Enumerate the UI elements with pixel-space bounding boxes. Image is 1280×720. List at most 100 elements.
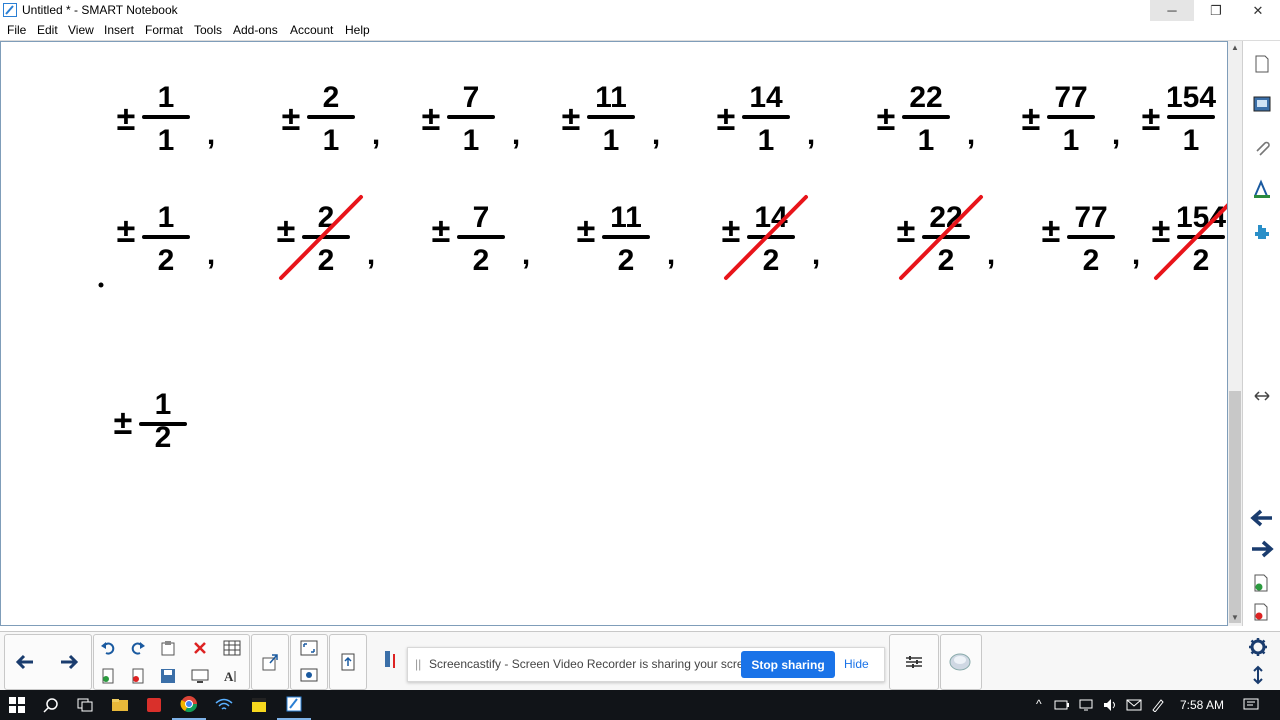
gallery-icon[interactable]	[1251, 93, 1273, 115]
menu-format[interactable]: Format	[145, 23, 183, 37]
next-page-icon[interactable]	[57, 651, 81, 673]
response-group	[940, 634, 982, 690]
handwriting-layer: ±11, ±21, ±71, ±111, ±141, ±221, ±771, ±1541± 12…	[98, 81, 1238, 454]
search-icon[interactable]	[34, 690, 68, 720]
red-app-icon[interactable]	[137, 690, 171, 720]
close-button[interactable]: ✕	[1236, 0, 1280, 21]
menu-insert[interactable]: Insert	[104, 23, 134, 37]
menu-bar: File Edit View Insert Format Tools Add-o…	[0, 21, 1280, 41]
numerator: 1	[158, 201, 175, 234]
globe-icon[interactable]	[948, 651, 972, 673]
denominator: 1	[758, 124, 775, 157]
pen-workspace-icon[interactable]	[1146, 690, 1170, 720]
paste-icon[interactable]	[156, 637, 180, 659]
import-icon[interactable]	[336, 651, 360, 673]
minimize-button[interactable]: ─	[1150, 0, 1194, 21]
add-ons-icon[interactable]	[1251, 221, 1273, 243]
properties-icon[interactable]	[1251, 178, 1273, 200]
chrome-icon[interactable]	[172, 690, 206, 720]
separator-comma: ,	[512, 118, 520, 151]
whiteboard-canvas[interactable]: ±1 1, ±2 1, ±7 1, ±11 1, ±14 1, ±22 1, ±77 1, ±154 1 ±1 2…	[0, 41, 1238, 626]
toolbar-settings-icon[interactable]	[902, 651, 926, 673]
notifications-icon[interactable]	[1236, 690, 1266, 720]
network-icon[interactable]	[1074, 690, 1098, 720]
menu-help[interactable]: Help	[345, 23, 370, 37]
save-icon[interactable]	[156, 665, 180, 687]
menu-add-ons[interactable]: Add-ons	[233, 23, 278, 37]
plus-minus-sign: ±	[1142, 100, 1161, 138]
menu-tools[interactable]: Tools	[194, 23, 222, 37]
move-sidebar-icon[interactable]	[1251, 385, 1273, 407]
share-icon[interactable]	[258, 651, 282, 673]
scrollbar-thumb[interactable]	[1229, 391, 1241, 623]
page-nav-group	[4, 634, 92, 690]
numerator: 7	[463, 81, 480, 114]
drag-grip-icon[interactable]: ||	[415, 657, 421, 671]
smart-notebook-taskbar-icon[interactable]	[277, 690, 311, 720]
ink-dot	[98, 282, 104, 288]
plus-minus-sign: ±	[117, 100, 136, 138]
text-format-icon[interactable]: A	[220, 665, 244, 687]
separator-comma: ,	[522, 238, 530, 271]
plus-minus-sign: ±	[422, 100, 441, 138]
maximize-button[interactable]: ❐	[1194, 0, 1238, 21]
delete-page-icon[interactable]	[1250, 601, 1272, 623]
separator-comma: ,	[372, 118, 380, 151]
undo-icon[interactable]	[96, 637, 120, 659]
delete-page-toolbar-icon[interactable]	[126, 665, 150, 687]
vertical-scrollbar[interactable]: ▲ ▼	[1228, 41, 1242, 626]
separator-comma: ,	[812, 238, 820, 271]
numerator: 77	[1074, 201, 1107, 234]
screen-shade-icon[interactable]	[188, 665, 212, 687]
scroll-up-icon[interactable]: ▲	[1228, 43, 1242, 55]
denominator: 2	[763, 244, 780, 277]
denominator: 2	[155, 421, 172, 454]
hide-link[interactable]: Hide	[844, 657, 869, 671]
settings-gear-icon[interactable]	[1246, 636, 1270, 658]
menu-file[interactable]: File	[7, 23, 26, 37]
screen-sharing-notification: || Screencastify - Screen Video Recorder…	[407, 647, 885, 682]
file-explorer-icon[interactable]	[103, 690, 137, 720]
attachments-icon[interactable]	[1251, 136, 1273, 158]
stop-sharing-button[interactable]: Stop sharing	[741, 651, 835, 678]
share-group	[251, 634, 289, 690]
previous-page-side-arrow-icon[interactable]	[1250, 509, 1274, 533]
numerator: 77	[1054, 81, 1087, 114]
capture-icon[interactable]	[297, 665, 321, 687]
delete-icon[interactable]	[188, 637, 212, 659]
previous-page-icon[interactable]	[13, 651, 37, 673]
mail-icon[interactable]	[1122, 690, 1146, 720]
sharing-message: Screencastify - Screen Video Recorder is…	[429, 657, 761, 671]
taskbar-clock[interactable]: 7:58 AM	[1180, 698, 1224, 712]
menu-account[interactable]: Account	[290, 23, 333, 37]
full-screen-icon[interactable]	[297, 637, 321, 659]
wifi-icon-app[interactable]	[207, 690, 241, 720]
separator-comma: ,	[207, 118, 215, 151]
scroll-down-icon[interactable]: ▼	[1228, 613, 1242, 625]
battery-icon[interactable]	[1050, 690, 1074, 720]
volume-icon[interactable]	[1098, 690, 1122, 720]
numerator: 154	[1176, 201, 1226, 234]
move-toolbar-icon[interactable]	[1246, 664, 1270, 686]
denominator: 2	[1193, 244, 1210, 277]
document-camera-icon[interactable]	[376, 649, 400, 671]
windows-start-icon[interactable]	[0, 690, 34, 720]
numerator: 22	[909, 81, 942, 114]
add-page-icon[interactable]	[1250, 572, 1272, 594]
task-view-icon[interactable]	[68, 690, 102, 720]
insert-table-icon[interactable]	[220, 637, 244, 659]
menu-edit[interactable]: Edit	[37, 23, 58, 37]
numerator: 1	[158, 81, 175, 114]
new-page-icon[interactable]	[96, 665, 120, 687]
menu-view[interactable]: View	[68, 23, 94, 37]
plus-minus-sign: ±	[1042, 212, 1061, 250]
plus-minus-sign: ±	[722, 212, 741, 250]
sticky-notes-icon[interactable]	[242, 690, 276, 720]
redo-icon[interactable]	[126, 637, 150, 659]
plus-minus-sign: ±	[277, 212, 296, 250]
page-sorter-icon[interactable]	[1251, 53, 1273, 75]
next-page-side-arrow-icon[interactable]	[1250, 540, 1274, 564]
show-hidden-icons-icon[interactable]: ^	[1036, 697, 1042, 711]
plus-minus-sign: ±	[282, 100, 301, 138]
separator-comma: ,	[667, 238, 675, 271]
